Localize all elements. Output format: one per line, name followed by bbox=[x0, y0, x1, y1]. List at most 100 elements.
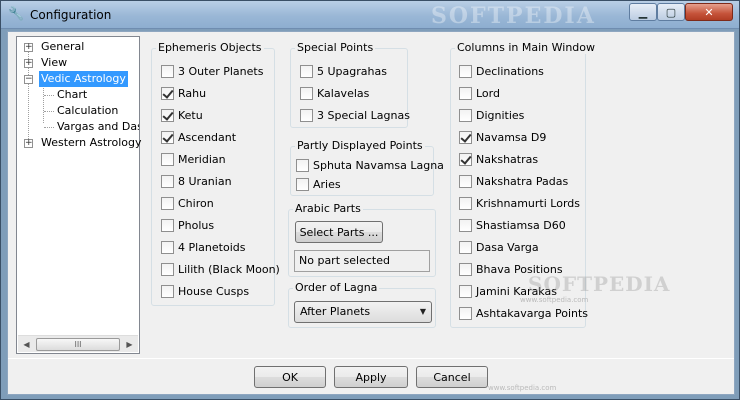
tree-label[interactable]: Vedic Astrology bbox=[39, 71, 128, 87]
checkbox-navamsa-d9[interactable]: Navamsa D9 bbox=[459, 129, 546, 145]
checkbox-label: Nakshatras bbox=[476, 152, 539, 166]
checkbox-box[interactable] bbox=[459, 64, 472, 78]
checkbox-box[interactable] bbox=[161, 196, 174, 210]
checkbox-3-special-lagnas[interactable]: 3 Special Lagnas bbox=[300, 107, 410, 123]
checkbox-dignities[interactable]: Dignities bbox=[459, 107, 524, 123]
checkbox-rahu[interactable]: Rahu bbox=[161, 85, 206, 101]
checkbox-box[interactable] bbox=[300, 108, 313, 122]
checkbox-label: Navamsa D9 bbox=[476, 130, 547, 144]
scroll-thumb[interactable]: III bbox=[36, 338, 120, 351]
tree-label[interactable]: Calculation bbox=[55, 103, 120, 119]
checkbox-lilith[interactable]: Lilith (Black Moon) bbox=[161, 261, 280, 277]
checkbox-box[interactable] bbox=[459, 218, 472, 232]
checkbox-box[interactable] bbox=[161, 240, 174, 254]
checkbox-krishnamurti-lords[interactable]: Krishnamurti Lords bbox=[459, 195, 580, 211]
expand-icon[interactable]: + bbox=[24, 43, 33, 52]
checkbox-box[interactable] bbox=[459, 86, 472, 100]
checkbox-box[interactable] bbox=[161, 130, 174, 144]
close-button[interactable]: ✕ bbox=[685, 3, 733, 21]
checkbox-5-upagrahas[interactable]: 5 Upagrahas bbox=[300, 63, 387, 79]
scroll-right-icon[interactable]: ▶ bbox=[122, 337, 137, 352]
checkbox-box[interactable] bbox=[459, 130, 472, 144]
checkbox-box[interactable] bbox=[161, 174, 174, 188]
checkbox-box[interactable] bbox=[296, 158, 309, 172]
checkbox-8-uranian[interactable]: 8 Uranian bbox=[161, 173, 232, 189]
checkbox-label: Dasa Varga bbox=[476, 240, 539, 254]
tree-label[interactable]: View bbox=[39, 55, 69, 71]
order-of-lagna-group: Order of Lagna After Planets ▼ bbox=[288, 281, 436, 328]
checkbox-meridian[interactable]: Meridian bbox=[161, 151, 226, 167]
checkbox-box[interactable] bbox=[459, 108, 472, 122]
checkbox-box[interactable] bbox=[459, 262, 472, 276]
maximize-button[interactable]: ▢ bbox=[657, 3, 685, 21]
checkbox-declinations[interactable]: Declinations bbox=[459, 63, 544, 79]
checkbox-box[interactable] bbox=[161, 284, 174, 298]
checkbox-4-planetoids[interactable]: 4 Planetoids bbox=[161, 239, 245, 255]
apply-button[interactable]: Apply bbox=[334, 366, 408, 388]
checkbox-nakshatra-padas[interactable]: Nakshatra Padas bbox=[459, 173, 568, 189]
collapse-icon[interactable]: − bbox=[24, 75, 33, 84]
select-value: After Planets bbox=[300, 305, 371, 318]
tree-item-vedic-astrology[interactable]: − Vedic Astrology bbox=[17, 71, 137, 87]
minimize-button[interactable]: ▁ bbox=[629, 3, 657, 21]
checkbox-label: Shastiamsa D60 bbox=[476, 218, 566, 232]
tree-item-vargas-and-dasa[interactable]: Vargas and Dasa bbox=[17, 119, 139, 135]
checkbox-box[interactable] bbox=[300, 64, 313, 78]
tree-label[interactable]: Vargas and Dasa bbox=[55, 119, 139, 135]
apply-button-label: Apply bbox=[355, 370, 387, 384]
checkbox-box[interactable] bbox=[161, 86, 174, 100]
checkbox-aries[interactable]: Aries bbox=[296, 176, 341, 192]
ok-button[interactable]: OK bbox=[254, 366, 326, 388]
title-bar[interactable]: 🔧 Configuration SOFTPEDIA ▁ ▢ ✕ bbox=[1, 1, 739, 29]
checkbox-sphuta-navamsa-lagna[interactable]: Sphuta Navamsa Lagna bbox=[296, 157, 444, 173]
checkbox-ashtakavarga-points[interactable]: Ashtakavarga Points bbox=[459, 305, 588, 321]
horizontal-scrollbar[interactable]: ◀ III ▶ bbox=[18, 335, 138, 352]
checkbox-box[interactable] bbox=[459, 306, 472, 320]
checkbox-box[interactable] bbox=[161, 262, 174, 276]
tree-item-general[interactable]: + General bbox=[17, 39, 137, 55]
checkbox-box[interactable] bbox=[161, 218, 174, 232]
cancel-button-label: Cancel bbox=[433, 370, 471, 384]
watermark-url: www.softpedia.com bbox=[520, 296, 589, 304]
checkbox-label: Lord bbox=[476, 86, 500, 100]
checkbox-box[interactable] bbox=[459, 284, 472, 298]
checkbox-box[interactable] bbox=[161, 152, 174, 166]
checkbox-box[interactable] bbox=[459, 196, 472, 210]
chevron-down-icon: ▼ bbox=[419, 307, 426, 316]
checkbox-box[interactable] bbox=[296, 177, 309, 191]
checkbox-nakshatras[interactable]: Nakshatras bbox=[459, 151, 538, 167]
checkbox-box[interactable] bbox=[300, 86, 313, 100]
expand-icon[interactable]: + bbox=[24, 59, 33, 68]
scroll-left-icon[interactable]: ◀ bbox=[19, 337, 34, 352]
expand-icon[interactable]: + bbox=[24, 139, 33, 148]
checkbox-chiron[interactable]: Chiron bbox=[161, 195, 214, 211]
tree-item-western-astrology[interactable]: + Western Astrology bbox=[17, 135, 141, 151]
tree-label[interactable]: Western Astrology bbox=[39, 135, 143, 151]
tree-label[interactable]: General bbox=[39, 39, 86, 55]
cancel-button[interactable]: Cancel bbox=[416, 366, 488, 388]
checkbox-ascendant[interactable]: Ascendant bbox=[161, 129, 236, 145]
checkbox-box[interactable] bbox=[459, 152, 472, 166]
category-tree[interactable]: + General + View − Vedic Astrology Chart… bbox=[16, 36, 141, 354]
checkbox-lord[interactable]: Lord bbox=[459, 85, 500, 101]
checkbox-pholus[interactable]: Pholus bbox=[161, 217, 214, 233]
select-parts-button[interactable]: Select Parts ... bbox=[295, 221, 383, 243]
checkbox-box[interactable] bbox=[161, 108, 174, 122]
maximize-icon: ▢ bbox=[665, 5, 677, 19]
checkbox-box[interactable] bbox=[161, 64, 174, 78]
checkbox-box[interactable] bbox=[459, 240, 472, 254]
checkbox-ketu[interactable]: Ketu bbox=[161, 107, 203, 123]
checkbox-dasa-varga[interactable]: Dasa Varga bbox=[459, 239, 539, 255]
order-of-lagna-select[interactable]: After Planets ▼ bbox=[294, 301, 432, 323]
checkbox-house-cusps[interactable]: House Cusps bbox=[161, 283, 249, 299]
tree-item-view[interactable]: + View bbox=[17, 55, 137, 71]
checkbox-label: House Cusps bbox=[178, 284, 250, 298]
checkbox-kalavelas[interactable]: Kalavelas bbox=[300, 85, 369, 101]
tree-item-calculation[interactable]: Calculation bbox=[17, 103, 137, 119]
tree-item-chart[interactable]: Chart bbox=[17, 87, 137, 103]
divider bbox=[8, 358, 734, 359]
checkbox-3-outer-planets[interactable]: 3 Outer Planets bbox=[161, 63, 263, 79]
checkbox-box[interactable] bbox=[459, 174, 472, 188]
tree-label[interactable]: Chart bbox=[55, 87, 89, 103]
checkbox-shastiamsa-d60[interactable]: Shastiamsa D60 bbox=[459, 217, 566, 233]
